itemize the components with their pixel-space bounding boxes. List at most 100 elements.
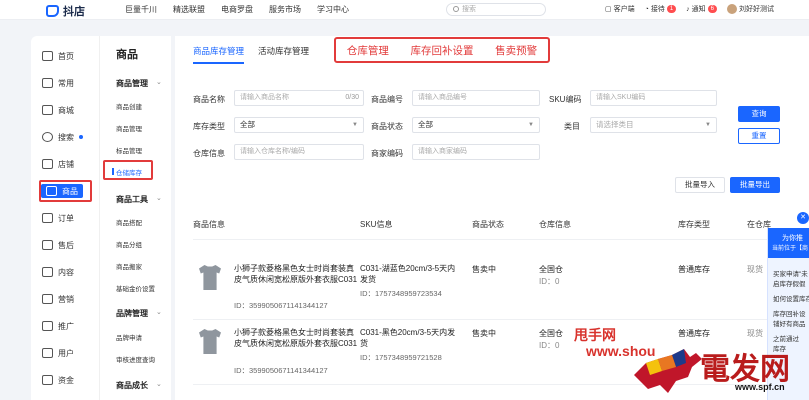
extra-cell: 现货 <box>747 265 763 274</box>
sku-code-input[interactable]: 请输入SKU编码 <box>590 90 717 106</box>
warehouse-input[interactable]: 请输入仓库名称/编码 <box>234 144 364 160</box>
batch-import-button[interactable]: 批量导入 <box>675 177 725 193</box>
nav-item-promote[interactable]: 推广 <box>42 319 74 333</box>
warehouse-id: ID：0 <box>539 341 560 350</box>
sub-item-group[interactable]: 商品分组 <box>116 239 142 249</box>
query-button[interactable]: 查询 <box>738 106 780 122</box>
sub-group-product-management[interactable]: 商品管理 ⌄ <box>116 78 162 89</box>
help-item[interactable]: 铺好有商品 <box>773 318 809 328</box>
sub-group-label: 商品工具 <box>116 195 148 204</box>
tab-stock-management[interactable]: 商品库存管理 <box>193 45 245 64</box>
sub-item-gold-price[interactable]: 基础金价设置 <box>116 283 155 293</box>
tab-activity-stock[interactable]: 活动库存管理 <box>258 45 309 64</box>
tab-sales-alert[interactable]: 售卖预警 <box>495 43 537 58</box>
nav-item-marketing[interactable]: 营销 <box>42 292 74 306</box>
stock-type-select[interactable]: 全部 ▼ <box>234 117 364 133</box>
sub-group-label: 品牌管理 <box>116 309 148 318</box>
brand-logo[interactable]: 抖店 <box>46 3 85 19</box>
tab-restock-settings[interactable]: 库存回补设置 <box>410 43 473 58</box>
sub-nav: 商品 商品管理 ⌄ 商品创建 商品管理 标品管理 仓储库存 商品工具 ⌄ 商品搭配 … <box>99 36 171 400</box>
nav-item-fund[interactable]: 资金 <box>42 373 74 387</box>
sub-item-bundle[interactable]: 商品搭配 <box>116 217 142 227</box>
help-item[interactable]: 启库存假假 <box>773 278 809 288</box>
product-name[interactable]: 小狮子款菱格黑色女士时尚套装真皮气质休闲宽松原版外套衣服C031 <box>234 263 358 285</box>
help-item[interactable]: 买家申请"未 <box>773 268 809 278</box>
service-button[interactable]: ◔ 接待 1 <box>645 4 677 14</box>
nav-item-aftersale[interactable]: 售后 <box>42 238 74 252</box>
status-cell: 售卖中 <box>472 329 496 338</box>
close-icon[interactable]: ✕ <box>797 212 809 224</box>
new-dot <box>79 135 83 139</box>
logo-icon <box>46 5 59 17</box>
product-name[interactable]: 小狮子款菱格黑色女士时尚套装真皮气质休闲宽松原版外套衣服C031 <box>234 327 358 349</box>
nav-item-mall[interactable]: 商城 <box>42 103 74 117</box>
sub-group-growth[interactable]: 商品成长 ⌄ <box>116 380 162 391</box>
reset-button[interactable]: 重置 <box>738 128 780 144</box>
sub-item-brand-apply[interactable]: 品牌申请 <box>116 332 142 342</box>
nav-item-home[interactable]: 首页 <box>42 49 74 63</box>
tab-warehouse-management[interactable]: 仓库管理 <box>347 43 389 58</box>
placeholder: 请选择类目 <box>596 120 634 129</box>
nav-item-user[interactable]: 用户 <box>42 346 74 360</box>
help-item[interactable]: 库存回补设 <box>773 308 809 318</box>
sub-item-manage[interactable]: 商品管理 <box>116 123 142 133</box>
help-item[interactable]: 之前通过 <box>773 333 809 343</box>
avatar <box>727 4 737 14</box>
sku-name: C031-湖蓝色20cm/3-5天内发货 <box>360 264 456 284</box>
merchant-code-input[interactable]: 请输入商家编码 <box>412 144 540 160</box>
warehouse-id: ID：0 <box>539 277 560 286</box>
sub-item-create[interactable]: 商品创建 <box>116 101 142 111</box>
sku-name: C031-黑色20cm/3-5天内发货 <box>360 328 456 348</box>
highlight-box <box>39 180 92 202</box>
nav-label: 营销 <box>58 294 74 304</box>
placeholder: 请输入SKU编码 <box>596 94 646 101</box>
sub-group-product-tools[interactable]: 商品工具 ⌄ <box>116 194 162 205</box>
sub-item-review-progress[interactable]: 审核进度查询 <box>116 354 155 364</box>
product-code-input[interactable]: 请输入商品编号 <box>412 90 540 106</box>
status-label: 商品状态 <box>371 122 403 131</box>
content-icon <box>42 267 53 277</box>
sub-group-brand[interactable]: 品牌管理 ⌄ <box>116 308 162 319</box>
category-select[interactable]: 请选择类目 ▼ <box>590 117 717 133</box>
chevron-down-icon: ⌄ <box>156 195 162 202</box>
top-nav-item[interactable]: 巨量千川 <box>125 4 157 15</box>
warehouse-cell: 全国仓 <box>539 265 563 274</box>
chevron-down-icon: ⌄ <box>156 79 162 86</box>
search-icon <box>453 6 459 12</box>
sub-item-standard[interactable]: 标品管理 <box>116 145 142 155</box>
nav-label: 推广 <box>58 321 74 331</box>
product-name-input[interactable]: 请输入商品名称 0/30 <box>234 90 364 106</box>
top-nav-item[interactable]: 服务市场 <box>269 4 301 15</box>
column-header: 商品状态 <box>472 220 504 229</box>
top-nav-item[interactable]: 学习中心 <box>317 4 349 15</box>
service-badge: 1 <box>666 5 677 13</box>
sku-id: ID：1757348959723534 <box>360 289 442 298</box>
watermark-text: 甩手网 <box>574 327 616 343</box>
placeholder: 请输入仓库名称/编码 <box>240 148 305 155</box>
nav-item-content[interactable]: 内容 <box>42 265 74 279</box>
notice-button[interactable]: ♪ 通知 6 <box>686 4 717 14</box>
top-nav-item[interactable]: 电商罗盘 <box>221 4 253 15</box>
placeholder: 请输入商品编号 <box>418 94 467 101</box>
sub-item-move[interactable]: 商品搬家 <box>116 261 142 271</box>
product-code-label: 商品编号 <box>371 95 403 104</box>
nav-item-shop[interactable]: 店铺 <box>42 157 74 171</box>
stock-type-label: 库存类型 <box>193 122 225 131</box>
stock-type-cell: 普通库存 <box>678 329 710 338</box>
nav-item-order[interactable]: 订单 <box>42 211 74 225</box>
nav-label: 搜索 <box>58 132 74 142</box>
help-panel-title: 为你推 <box>782 235 803 242</box>
client-button[interactable]: ▢ 客户端 <box>605 4 635 14</box>
top-nav-item[interactable]: 精选联盟 <box>173 4 205 15</box>
nav-item-search[interactable]: 搜索 <box>42 130 83 144</box>
batch-export-button[interactable]: 批量导出 <box>730 177 780 193</box>
notice-label: 通知 <box>691 6 706 13</box>
product-image <box>195 262 225 292</box>
global-search-input[interactable]: 搜索 <box>446 3 546 16</box>
user-menu[interactable]: 刘好好测试 <box>727 4 774 14</box>
nav-item-common[interactable]: 常用 <box>42 76 74 90</box>
help-item[interactable]: 如何设置库存 <box>773 293 809 303</box>
highlight-box <box>103 160 153 180</box>
status-select[interactable]: 全部 ▼ <box>412 117 540 133</box>
stock-type-cell: 普通库存 <box>678 265 710 274</box>
